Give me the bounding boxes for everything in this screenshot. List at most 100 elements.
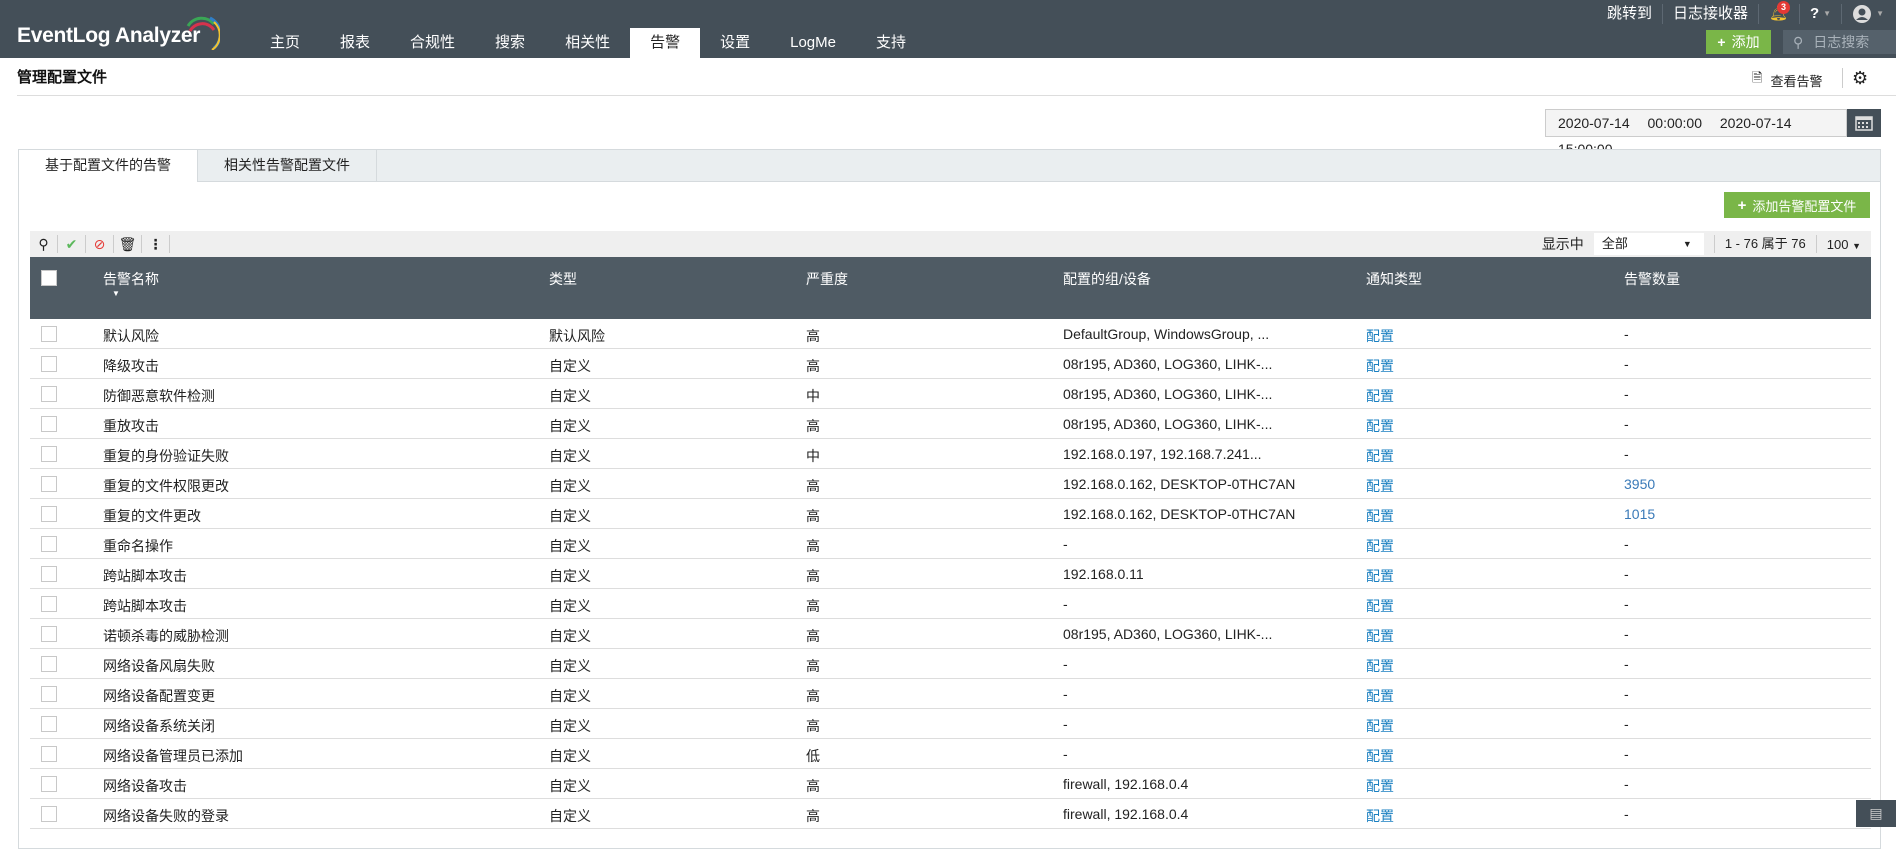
search-filter-icon[interactable]: ⚲ [30, 235, 58, 253]
notification-config-link[interactable]: 配置 [1366, 656, 1394, 676]
nav-item[interactable]: 合规性 [390, 28, 475, 58]
table-row[interactable]: 重复的文件权限更改 自定义 高 192.168.0.162, DESKTOP-0THC… [30, 469, 1871, 499]
table-row[interactable]: 跨站脚本攻击 自定义 高 - 配置 - [30, 589, 1871, 619]
add-alert-profile-label: 添加告警配置文件 [1752, 198, 1857, 214]
row-checkbox[interactable] [41, 686, 57, 702]
table-row[interactable]: 网络设备系统关闭 自定义 高 - 配置 - [30, 709, 1871, 739]
notification-config-link[interactable]: 配置 [1366, 476, 1394, 496]
notification-config-link[interactable]: 配置 [1366, 386, 1394, 406]
notification-config-link[interactable]: 配置 [1366, 746, 1394, 766]
notification-config-link[interactable]: 配置 [1366, 626, 1394, 646]
table-row[interactable]: 重放攻击 自定义 高 08r195, AD360, LOG360, LIHK-... 配… [30, 409, 1871, 439]
per-page-select[interactable]: 100 ▼ [1817, 237, 1871, 252]
row-checkbox[interactable] [41, 746, 57, 762]
trash-icon[interactable]: 🗑 [114, 235, 142, 253]
add-button[interactable]: + 添加 [1706, 30, 1771, 54]
column-header-devices[interactable]: 配置的组/设备 [1063, 269, 1151, 289]
alert-count[interactable]: 3950 [1624, 476, 1655, 492]
notification-config-link[interactable]: 配置 [1366, 776, 1394, 796]
disable-icon[interactable]: ⊘ [86, 235, 114, 253]
row-checkbox[interactable] [41, 566, 57, 582]
row-checkbox[interactable] [41, 656, 57, 672]
view-alerts-link[interactable]: 🗎 查看告警 [1752, 69, 1822, 91]
table-row[interactable]: 跨站脚本攻击 自定义 高 192.168.0.11 配置 - [30, 559, 1871, 589]
notification-config-link[interactable]: 配置 [1366, 446, 1394, 466]
add-label: 添加 [1731, 34, 1760, 50]
date-range-field[interactable]: 2020-07-14 00:00:00 2020-07-14 15:00:00 [1545, 109, 1847, 157]
column-header-type[interactable]: 类型 [549, 269, 577, 289]
enable-icon[interactable]: ✔ [58, 235, 86, 253]
column-header-name[interactable]: 告警名称 [103, 269, 159, 289]
nav-item[interactable]: 告警 [630, 28, 701, 58]
tab-profile-alerts[interactable]: 基于配置文件的告警 [19, 150, 198, 182]
notification-config-link[interactable]: 配置 [1366, 506, 1394, 526]
row-checkbox[interactable] [41, 596, 57, 612]
row-checkbox[interactable] [41, 416, 57, 432]
add-alert-profile-button[interactable]: + 添加告警配置文件 [1724, 192, 1870, 218]
log-receiver-link[interactable]: 日志接收器 [1663, 4, 1759, 24]
more-options-icon[interactable]: ⋮ [142, 235, 170, 253]
row-checkbox[interactable] [41, 776, 57, 792]
nav-item[interactable]: 设置 [700, 28, 770, 58]
table-row[interactable]: 防御恶意软件检测 自定义 中 08r195, AD360, LOG360, LIHK-… [30, 379, 1871, 409]
severity: 高 [806, 508, 820, 524]
column-header-alert-count[interactable]: 告警数量 [1624, 269, 1680, 289]
jump-to-link[interactable]: 跳转到 [1597, 4, 1663, 24]
help-button[interactable]: ? ▼ [1800, 4, 1843, 24]
row-checkbox[interactable] [41, 326, 57, 342]
severity: 高 [806, 328, 820, 344]
column-header-notification[interactable]: 通知类型 [1366, 269, 1422, 289]
row-checkbox[interactable] [41, 386, 57, 402]
app-logo[interactable]: EventLog Analyzer [17, 24, 200, 48]
filter-select[interactable]: 全部 [1593, 233, 1704, 255]
table-row[interactable]: 网络设备管理员已添加 自定义 低 - 配置 - [30, 739, 1871, 769]
nav-item[interactable]: 相关性 [545, 28, 630, 58]
table-row[interactable]: 重复的文件更改 自定义 高 192.168.0.162, DESKTOP-0THC7A… [30, 499, 1871, 529]
notification-config-link[interactable]: 配置 [1366, 806, 1394, 826]
table-row[interactable]: 重复的身份验证失败 自定义 中 192.168.0.197, 192.168.7.24… [30, 439, 1871, 469]
notes-button[interactable]: ▤ [1856, 800, 1896, 827]
log-search-input[interactable]: ⚲ 日志搜索 [1783, 30, 1896, 54]
table-row[interactable]: 诺顿杀毒的威胁检测 自定义 高 08r195, AD360, LOG360, LIHK… [30, 619, 1871, 649]
table-row[interactable]: 网络设备风扇失败 自定义 高 - 配置 - [30, 649, 1871, 679]
row-checkbox[interactable] [41, 626, 57, 642]
nav-item[interactable]: 支持 [856, 28, 926, 58]
gear-icon[interactable]: ⚙ [1852, 68, 1868, 89]
row-checkbox[interactable] [41, 446, 57, 462]
table-row[interactable]: 重命名操作 自定义 高 - 配置 - [30, 529, 1871, 559]
notification-config-link[interactable]: 配置 [1366, 536, 1394, 556]
table-row[interactable]: 降级攻击 自定义 高 08r195, AD360, LOG360, LIHK-... 配… [30, 349, 1871, 379]
user-menu-button[interactable]: ▼ [1842, 4, 1896, 24]
nav-item[interactable]: 主页 [250, 28, 320, 58]
table-row[interactable]: 网络设备攻击 自定义 高 firewall, 192.168.0.4 配置 - [30, 769, 1871, 799]
nav-item[interactable]: LogMe [770, 28, 856, 58]
row-checkbox[interactable] [41, 356, 57, 372]
row-checkbox[interactable] [41, 716, 57, 732]
table-row[interactable]: 网络设备配置变更 自定义 高 - 配置 - [30, 679, 1871, 709]
table-row[interactable]: 默认风险 默认风险 高 DefaultGroup, WindowsGroup, ...… [30, 319, 1871, 349]
column-header-severity[interactable]: 严重度 [806, 269, 848, 289]
sort-desc-icon[interactable]: ▼ [112, 289, 120, 298]
select-all-checkbox[interactable] [41, 270, 57, 286]
notifications-button[interactable]: 🔔︎ 3 [1759, 1, 1800, 24]
row-checkbox[interactable] [41, 506, 57, 522]
table-row[interactable]: 网络设备失败的登录 自定义 高 firewall, 192.168.0.4 配置 - [30, 799, 1871, 829]
row-checkbox[interactable] [41, 806, 57, 822]
tab-correlation-profiles[interactable]: 相关性告警配置文件 [198, 150, 377, 181]
notification-config-link[interactable]: 配置 [1366, 716, 1394, 736]
scrollbar[interactable] [1880, 290, 1881, 830]
row-checkbox[interactable] [41, 476, 57, 492]
notification-config-link[interactable]: 配置 [1366, 416, 1394, 436]
notification-config-link[interactable]: 配置 [1366, 686, 1394, 706]
notification-config-link[interactable]: 配置 [1366, 596, 1394, 616]
row-checkbox[interactable] [41, 536, 57, 552]
nav-item[interactable]: 报表 [320, 28, 390, 58]
nav-item[interactable]: 搜索 [475, 28, 545, 58]
alert-name: 网络设备管理员已添加 [103, 748, 243, 764]
page-title: 管理配置文件 [17, 69, 108, 86]
notification-config-link[interactable]: 配置 [1366, 356, 1394, 376]
notification-config-link[interactable]: 配置 [1366, 326, 1394, 346]
calendar-button[interactable] [1847, 109, 1881, 137]
alert-count[interactable]: 1015 [1624, 506, 1655, 522]
notification-config-link[interactable]: 配置 [1366, 566, 1394, 586]
